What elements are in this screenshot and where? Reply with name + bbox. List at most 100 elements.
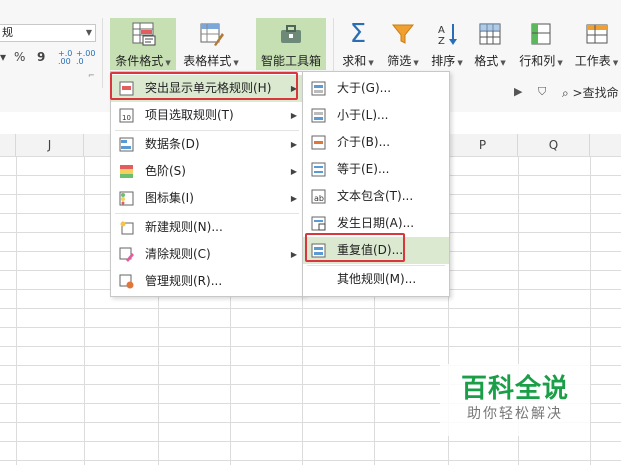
worksheet-label: 工作表 <box>574 54 611 68</box>
submenu-item-label: 等于(E)... <box>337 162 390 176</box>
sum-button[interactable]: Σ 求和 ▼ <box>338 18 378 70</box>
currency-dropdown-arrow[interactable]: ▾ <box>0 50 6 64</box>
menu-item-label: 图标集(I) <box>145 191 194 205</box>
svg-text:Z: Z <box>438 36 445 47</box>
grid-line <box>84 156 85 465</box>
table-style-label: 表格样式 <box>183 54 232 68</box>
worksheet-button[interactable]: 工作表 ▼ <box>572 18 621 70</box>
ribbon-divider <box>102 18 103 88</box>
record-macro-icon[interactable]: ⛉ <box>538 85 546 99</box>
chevron-down-icon: ▼ <box>233 59 239 67</box>
chevron-down-icon: ▼ <box>413 59 419 67</box>
increase-decimal-button[interactable]: +.0 .00 <box>58 50 72 66</box>
format-button[interactable]: 格式 ▼ <box>470 18 510 70</box>
grid-line <box>16 156 17 465</box>
row-column-button[interactable]: 行和列 ▼ <box>514 18 568 70</box>
dialog-launcher-icon[interactable]: ⌐ <box>88 71 95 80</box>
filter-label: 筛选 <box>387 54 412 68</box>
svg-text:A: A <box>438 25 445 36</box>
worksheet-icon <box>586 24 607 44</box>
submenu-item-text-contains[interactable]: ab 文本包含(T)... <box>303 183 449 210</box>
submenu-item-greater-than[interactable]: 大于(G)... <box>303 75 449 102</box>
icon-sets-icon <box>119 191 134 206</box>
submenu-item-label: 文本包含(T)... <box>337 189 414 203</box>
text-contains-icon: ab <box>311 189 326 204</box>
filter-icon <box>391 24 415 44</box>
menu-item-label: 新建规则(N)... <box>145 220 223 234</box>
menu-item-clear-rules[interactable]: 清除规则(C) ▶ <box>111 241 303 268</box>
submenu-arrow-icon: ▶ <box>290 250 297 259</box>
decrease-decimal-button[interactable]: +.00 .0 <box>76 50 95 66</box>
table-style-icon <box>200 23 224 46</box>
watermark-logo: 百科全说 助你轻松解决 <box>440 364 590 436</box>
menu-item-label: 色阶(S) <box>145 164 186 178</box>
chevron-down-icon: ▼ <box>85 28 92 37</box>
column-header-j[interactable]: J <box>16 134 84 156</box>
color-scales-icon <box>120 165 133 178</box>
conditional-format-menu: 突出显示单元格规则(H) ▶ 10 项目选取规则(T) ▶ 数据条(D) ▶ 色… <box>110 71 304 297</box>
menu-item-manage-rules[interactable]: 管理规则(R)... <box>111 268 303 295</box>
menu-item-label: 管理规则(R)... <box>145 274 223 288</box>
menu-item-label: 数据条(D) <box>145 137 200 151</box>
smart-toolbox-label: 智能工具箱 <box>260 54 321 68</box>
format-label: 格式 <box>474 54 499 68</box>
submenu-arrow-icon: ▶ <box>290 167 297 176</box>
percent-button[interactable]: % <box>14 50 25 64</box>
top-bottom-rules-icon: 10 <box>119 108 134 123</box>
toolbox-icon <box>281 25 301 43</box>
submenu-item-equal-to[interactable]: 等于(E)... <box>303 156 449 183</box>
table-style-button[interactable]: 表格样式 ▼ <box>178 18 244 70</box>
menu-item-label: 项目选取规则(T) <box>145 108 234 122</box>
search-icon: ⌕ <box>562 86 569 100</box>
number-format-value: 规 <box>2 26 13 39</box>
chevron-down-icon: ▼ <box>500 59 506 67</box>
date-occurring-icon <box>311 216 326 231</box>
svg-text:10: 10 <box>122 114 131 122</box>
menu-item-color-scales[interactable]: 色阶(S) ▶ <box>111 158 303 185</box>
menu-item-top-bottom-rules[interactable]: 10 项目选取规则(T) ▶ <box>111 102 303 129</box>
submenu-arrow-icon: ▶ <box>290 140 297 149</box>
menu-item-icon-sets[interactable]: 图标集(I) ▶ <box>111 185 303 212</box>
watermark-subtitle: 助你轻松解决 <box>467 406 563 422</box>
conditional-format-button[interactable]: 条件格式 ▼ <box>110 18 176 70</box>
svg-text:ab: ab <box>314 194 324 203</box>
conditional-format-label: 条件格式 <box>115 54 164 68</box>
sigma-icon: Σ <box>349 19 367 49</box>
chevron-down-icon: ▼ <box>368 59 374 67</box>
submenu-item-more-rules[interactable]: 其他规则(M)... <box>303 266 449 293</box>
conditional-format-icon <box>132 22 156 46</box>
command-search[interactable]: ⌕ >查找命 <box>562 84 619 101</box>
new-rule-icon <box>120 221 134 235</box>
sort-button[interactable]: A Z 排序 ▼ <box>427 18 467 70</box>
menu-item-new-rule[interactable]: 新建规则(N)... <box>111 214 303 241</box>
chevron-down-icon: ▼ <box>557 59 563 67</box>
filter-button[interactable]: 筛选 ▼ <box>382 18 424 70</box>
menu-item-label: 清除规则(C) <box>145 247 211 261</box>
clear-rules-icon <box>119 247 134 262</box>
submenu-item-less-than[interactable]: 小于(L)... <box>303 102 449 129</box>
sort-label: 排序 <box>431 54 456 68</box>
less-than-icon <box>311 108 326 123</box>
submenu-arrow-icon: ▶ <box>290 194 297 203</box>
submenu-item-label: 小于(L)... <box>337 108 389 122</box>
equal-to-icon <box>311 162 326 177</box>
column-header-q[interactable]: Q <box>518 134 590 156</box>
smart-toolbox-button[interactable]: 智能工具箱 <box>256 18 326 70</box>
number-format-combo[interactable]: 规 ▼ <box>0 24 96 42</box>
play-macro-icon[interactable]: ▶ <box>514 85 522 98</box>
submenu-arrow-icon: ▶ <box>290 111 297 120</box>
chevron-down-icon: ▼ <box>165 59 171 67</box>
highlight-rules-submenu: 大于(G)... 小于(L)... 介于(B)... 等于(E)... ab 文… <box>302 71 450 297</box>
submenu-item-label: 大于(G)... <box>337 81 392 95</box>
submenu-item-label: 介于(B)... <box>337 135 391 149</box>
column-header-p[interactable]: P <box>448 134 518 156</box>
menu-item-data-bars[interactable]: 数据条(D) ▶ <box>111 131 303 158</box>
annotation-highlight-box <box>305 233 405 262</box>
chevron-down-icon: ▼ <box>457 59 463 67</box>
submenu-item-between[interactable]: 介于(B)... <box>303 129 449 156</box>
manage-rules-icon <box>119 274 134 289</box>
sort-az-icon: A Z <box>438 24 457 47</box>
row-column-icon <box>531 23 551 45</box>
format-grid-icon <box>479 23 501 45</box>
comma-style-button[interactable]: 9 <box>37 50 45 64</box>
